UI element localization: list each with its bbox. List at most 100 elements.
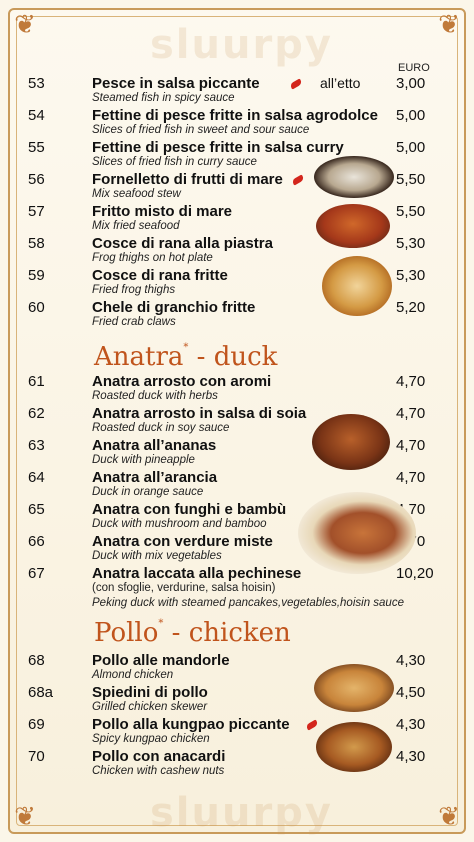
currency-label: EURO bbox=[398, 62, 430, 74]
menu-item: 67 Anatra laccata alla pechinese 10,20 (… bbox=[0, 565, 474, 611]
item-name: Anatra all’ananas bbox=[92, 437, 217, 454]
item-description: Mix seafood stew bbox=[92, 188, 181, 200]
menu-item: 58 Cosce di rana alla piastra 5,30 Frog … bbox=[0, 235, 474, 267]
menu-item: 64 Anatra all’arancia 4,70 Duck in orang… bbox=[0, 469, 474, 501]
item-number: 69 bbox=[28, 716, 45, 733]
item-number: 57 bbox=[28, 203, 45, 220]
item-price: 3,00 bbox=[396, 75, 426, 92]
menu-item: 60 Chele di granchio fritte 5,20 Fried c… bbox=[0, 299, 474, 331]
corner-ornament-icon: ❦ bbox=[14, 10, 36, 40]
section-name: Anatra bbox=[94, 342, 184, 372]
section-title-duck: Anatra* - duck bbox=[94, 342, 277, 372]
item-price: 4,30 bbox=[396, 652, 426, 669]
item-description: Almond chicken bbox=[92, 669, 174, 681]
item-name: Cosce di rana alla piastra bbox=[92, 235, 273, 252]
item-price: 5,30 bbox=[396, 267, 426, 284]
item-number: 70 bbox=[28, 748, 45, 765]
item-name: Chele di granchio fritte bbox=[92, 299, 256, 316]
fried-seafood-photo bbox=[316, 204, 390, 248]
item-description: Duck with mushroom and bamboo bbox=[92, 518, 267, 530]
item-number: 59 bbox=[28, 267, 45, 284]
chili-icon bbox=[291, 174, 305, 186]
item-name: Anatra con verdure miste bbox=[92, 533, 273, 550]
section-star: * bbox=[183, 342, 189, 353]
menu-item: 69 Pollo alla kungpao piccante 4,30 Spic… bbox=[0, 716, 474, 748]
item-price: 5,00 bbox=[396, 107, 426, 124]
section-name: Pollo bbox=[94, 618, 159, 648]
item-name: Anatra con funghi e bambù bbox=[92, 501, 287, 518]
item-price: 5,20 bbox=[396, 299, 426, 316]
item-details: (con sfoglie, verdurine, salsa hoisin) bbox=[92, 582, 276, 594]
item-name: Pollo alla kungpao piccante bbox=[92, 716, 290, 733]
menu-item: 55 Fettine di pesce fritte in salsa curr… bbox=[0, 139, 474, 171]
watermark-top: sluurpy bbox=[150, 22, 333, 68]
section-translation: - duck bbox=[196, 342, 278, 372]
item-number: 54 bbox=[28, 107, 45, 124]
item-number: 68a bbox=[28, 684, 54, 701]
menu-item: 68a Spiedini di pollo 4,50 Grilled chick… bbox=[0, 684, 474, 716]
corner-ornament-icon: ❦ bbox=[14, 802, 36, 832]
corner-ornament-icon: ❦ bbox=[438, 802, 460, 832]
item-description: Fried frog thighs bbox=[92, 284, 176, 296]
item-name: Spiedini di pollo bbox=[92, 684, 208, 701]
chili-icon bbox=[289, 78, 303, 90]
item-price: 4,70 bbox=[396, 437, 426, 454]
item-name: Anatra laccata alla pechinese bbox=[92, 565, 302, 582]
fried-frog-photo bbox=[322, 256, 392, 316]
roasted-duck-photo bbox=[312, 414, 390, 470]
item-description: Steamed fish in spicy sauce bbox=[92, 92, 235, 104]
item-number: 66 bbox=[28, 533, 45, 550]
item-name: Fornelletto di frutti di mare bbox=[92, 171, 283, 188]
item-description: Fried crab claws bbox=[92, 316, 176, 328]
menu-item: 54 Fettine di pesce fritte in salsa agro… bbox=[0, 107, 474, 139]
item-price: 4,70 bbox=[396, 405, 426, 422]
item-description: Frog thighs on hot plate bbox=[92, 252, 213, 264]
item-name: Pollo con anacardi bbox=[92, 748, 226, 765]
item-price: 4,50 bbox=[396, 684, 426, 701]
item-name: Anatra arrosto con aromi bbox=[92, 373, 272, 390]
section-title-chicken: Pollo* - chicken bbox=[94, 618, 291, 648]
item-price: 5,50 bbox=[396, 203, 426, 220]
item-description: Peking duck with steamed pancakes,vegeta… bbox=[92, 597, 404, 609]
item-description: Slices of fried fish in sweet and sour s… bbox=[92, 124, 310, 136]
watermark-bottom: sluurpy bbox=[150, 790, 333, 836]
item-description: Duck in orange sauce bbox=[92, 486, 204, 498]
item-price: 5,30 bbox=[396, 235, 426, 252]
kungpao-chicken-photo bbox=[316, 722, 392, 772]
item-number: 53 bbox=[28, 75, 45, 92]
item-price: 10,20 bbox=[396, 565, 434, 582]
menu-item: 57 Fritto misto di mare 5,50 Mix fried s… bbox=[0, 203, 474, 235]
item-name: Fettine di pesce fritte in salsa curry bbox=[92, 139, 344, 156]
item-description: Chicken with cashew nuts bbox=[92, 765, 225, 777]
item-description: Roasted duck with herbs bbox=[92, 390, 218, 402]
item-name: Pollo alle mandorle bbox=[92, 652, 230, 669]
item-price: 4,70 bbox=[396, 469, 426, 486]
menu-item: 59 Cosce di rana fritte 5,30 Fried frog … bbox=[0, 267, 474, 299]
item-price: 4,30 bbox=[396, 716, 426, 733]
section-translation: - chicken bbox=[171, 618, 291, 648]
item-number: 62 bbox=[28, 405, 45, 422]
corner-ornament-icon: ❦ bbox=[438, 10, 460, 40]
item-name: Pesce in salsa piccante bbox=[92, 75, 260, 92]
item-number: 58 bbox=[28, 235, 45, 252]
item-price: 4,70 bbox=[396, 373, 426, 390]
menu-item: 61 Anatra arrosto con aromi 4,70 Roasted… bbox=[0, 373, 474, 405]
item-name: Fettine di pesce fritte in salsa agrodol… bbox=[92, 107, 378, 124]
item-number: 56 bbox=[28, 171, 45, 188]
item-name: Anatra arrosto in salsa di soia bbox=[92, 405, 307, 422]
item-description: Duck with mix vegetables bbox=[92, 550, 222, 562]
item-description: Spicy kungpao chicken bbox=[92, 733, 210, 745]
item-number: 67 bbox=[28, 565, 45, 582]
item-number: 63 bbox=[28, 437, 45, 454]
item-description: Duck with pineapple bbox=[92, 454, 195, 466]
item-description: Slices of fried fish in curry sauce bbox=[92, 156, 257, 168]
menu-item: 56 Fornelletto di frutti di mare 5,50 Mi… bbox=[0, 171, 474, 203]
peking-duck-photo bbox=[298, 492, 416, 574]
item-number: 65 bbox=[28, 501, 45, 518]
item-description: Roasted duck in soy sauce bbox=[92, 422, 230, 434]
item-note: all’etto bbox=[320, 75, 361, 91]
seafood-stew-photo bbox=[314, 156, 394, 198]
item-number: 68 bbox=[28, 652, 45, 669]
menu-item: 63 Anatra all’ananas 4,70 Duck with pine… bbox=[0, 437, 474, 469]
item-number: 61 bbox=[28, 373, 45, 390]
